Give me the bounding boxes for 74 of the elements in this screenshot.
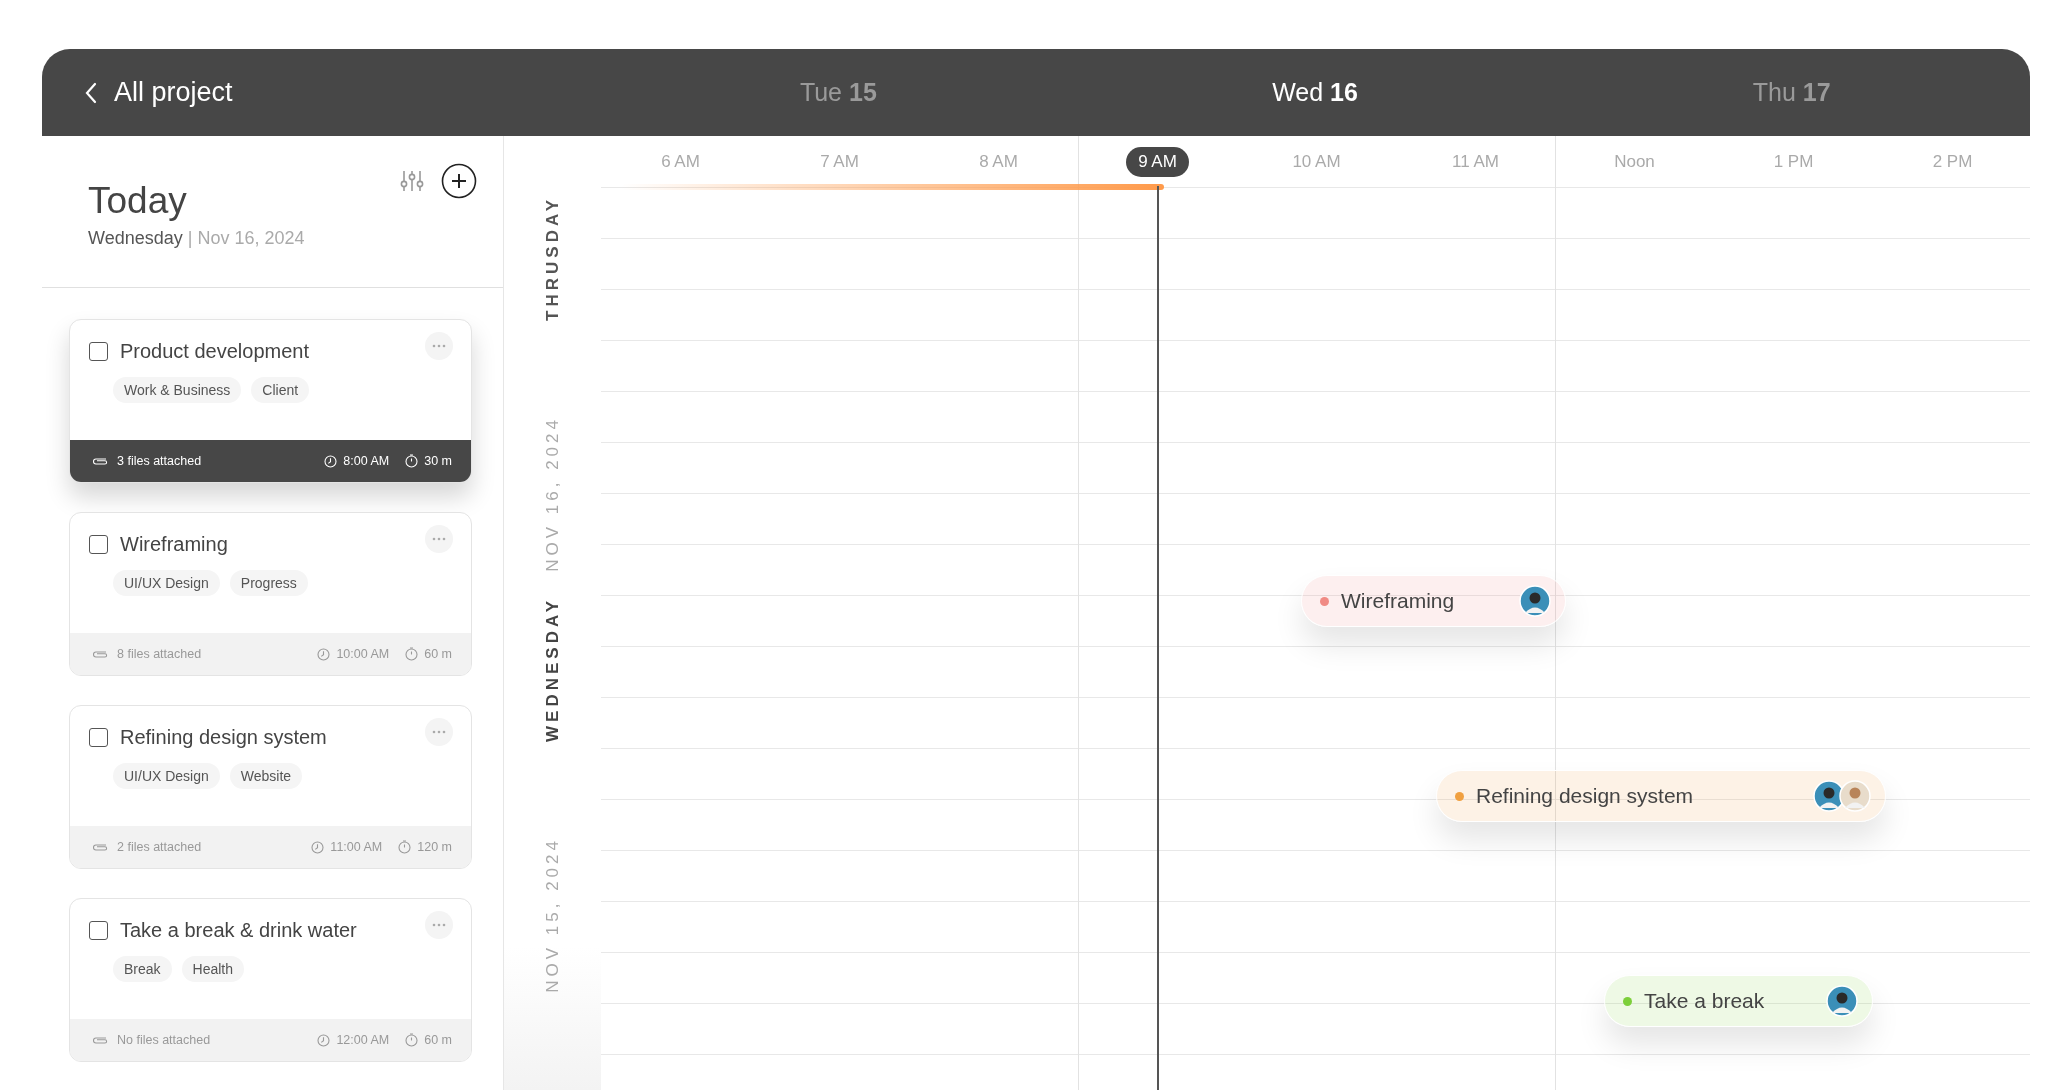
task-title: Take a break & drink water	[120, 919, 358, 942]
paperclip-icon	[92, 1035, 108, 1045]
files-count: 2 files attached	[117, 840, 202, 854]
day-label: THRUSDAY	[542, 196, 563, 321]
start-time: 12:00 AM	[336, 1033, 390, 1047]
files-count: No files attached	[117, 1033, 211, 1047]
tag: Website	[229, 763, 303, 789]
task-title: Refining design system	[120, 726, 328, 749]
task-card[interactable]: Take a break & drink water Break Health No files attached 12:00 AM 60 m	[69, 898, 472, 1062]
task-card[interactable]: Wireframing UI/UX Design Progress 8 files attached 10:00 AM 60 m	[69, 512, 472, 676]
hour-label: 7 AM	[819, 150, 860, 173]
tag: Progress	[229, 570, 308, 596]
timer-icon	[405, 1033, 419, 1047]
task-title: Wireframing	[120, 533, 229, 556]
more-icon	[432, 729, 446, 734]
hour-label: 9 AM	[1126, 146, 1189, 177]
more-icon	[432, 343, 446, 348]
duration: 60 m	[424, 647, 452, 661]
tag: Break	[113, 956, 172, 982]
timer-icon	[405, 454, 419, 468]
paperclip-icon	[92, 649, 108, 659]
duration: 120 m	[417, 840, 452, 854]
task-card[interactable]: Product development Work & Business Client 3 files attached 8:00 AM 30 m	[69, 319, 472, 483]
paperclip-icon	[92, 456, 108, 466]
start-time: 8:00 AM	[343, 454, 390, 468]
tag: Health	[181, 956, 245, 982]
hour-label: 2 PM	[1931, 150, 1974, 173]
clock-icon	[311, 840, 325, 854]
task-card[interactable]: Refining design system UI/UX Design Website 2 files attached 11:00 AM 120 m	[69, 705, 472, 869]
checkbox[interactable]	[89, 728, 108, 747]
back-icon	[84, 81, 98, 104]
start-time: 10:00 AM	[336, 647, 390, 661]
event-title: Refining design system	[1476, 784, 1694, 808]
duration: 60 m	[424, 1033, 452, 1047]
event-title: Wireframing	[1341, 589, 1455, 613]
hour-label: 11 AM	[1451, 150, 1500, 173]
event-pill[interactable]: Take a break	[1604, 975, 1873, 1027]
tag: UI/UX Design	[113, 763, 220, 789]
duration: 30 m	[424, 454, 452, 468]
tag: Client	[251, 377, 310, 403]
tag: UI/UX Design	[113, 570, 220, 596]
tag: Work & Business	[113, 377, 242, 403]
event-title: Take a break	[1644, 989, 1765, 1013]
clock-icon	[317, 1033, 331, 1047]
filter-icon[interactable]	[399, 168, 425, 194]
hour-label: 6 AM	[660, 150, 701, 173]
task-title: Product development	[120, 340, 310, 363]
day-tab[interactable]: Wed 16	[1076, 78, 1554, 107]
day-label: NOV 15, 2024	[542, 836, 563, 993]
checkbox[interactable]	[89, 535, 108, 554]
hour-label: 1 PM	[1772, 150, 1815, 173]
event-pill[interactable]: Wireframing	[1301, 575, 1566, 627]
more-icon	[432, 922, 446, 927]
paperclip-icon	[92, 842, 108, 852]
clock-icon	[324, 454, 338, 468]
checkbox[interactable]	[89, 342, 108, 361]
start-time: 11:00 AM	[330, 840, 383, 854]
hour-label: 10 AM	[1291, 150, 1342, 173]
more-icon	[432, 536, 446, 541]
day-label: WEDNESDAY	[542, 596, 563, 742]
back-button[interactable]: All project	[84, 77, 233, 108]
timer-icon	[398, 840, 412, 854]
hour-label: Noon	[1613, 150, 1656, 173]
checkbox[interactable]	[89, 921, 108, 940]
today-title: Today	[88, 180, 187, 222]
files-count: 8 files attached	[117, 647, 202, 661]
timer-icon	[405, 647, 419, 661]
files-count: 3 files attached	[117, 454, 202, 468]
day-label: NOV 16, 2024	[542, 415, 563, 572]
today-date: Wednesday | Nov 16, 2024	[88, 228, 306, 249]
clock-icon	[317, 647, 331, 661]
event-pill[interactable]: Refining design system	[1436, 770, 1886, 822]
add-icon[interactable]	[441, 163, 477, 199]
hour-label: 8 AM	[978, 150, 1019, 173]
